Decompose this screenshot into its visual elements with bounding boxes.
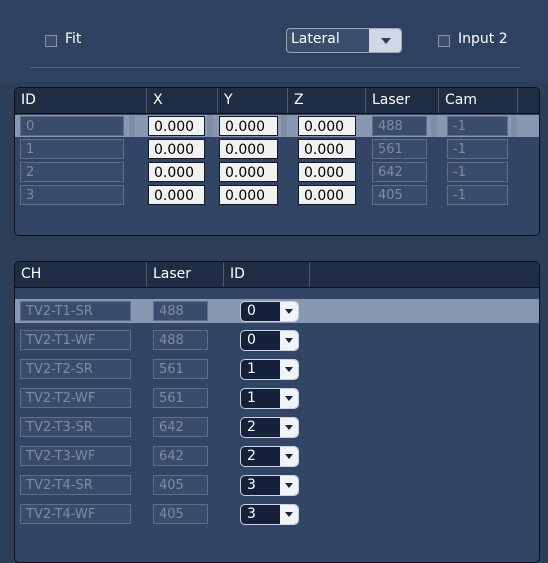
ch-cell: TV2-T1-WF <box>20 330 131 350</box>
id-dropdown-value: 0 <box>247 332 256 348</box>
id-dropdown[interactable]: 0 <box>240 330 299 351</box>
column-header-laser[interactable]: Laser <box>366 88 439 113</box>
laser-cell: 488 <box>153 330 208 350</box>
column-resize-handle[interactable] <box>129 115 135 137</box>
laser-cell: 488 <box>153 301 208 321</box>
fit-label: Fit <box>65 31 82 47</box>
id-dropdown-value: 1 <box>247 361 256 377</box>
fit-checkbox[interactable] <box>45 35 57 47</box>
chevron-down-icon <box>369 29 401 52</box>
x-input[interactable]: 0.000 <box>148 162 205 182</box>
id-dropdown-value: 3 <box>247 506 256 522</box>
laser-cell: 405 <box>372 185 427 205</box>
chevron-down-icon <box>280 389 298 408</box>
laser-cell: 561 <box>372 139 427 159</box>
laser-cell: 488 <box>372 116 427 136</box>
z-input[interactable]: 0.000 <box>298 116 356 136</box>
laser-cell: 405 <box>153 475 208 495</box>
id-cell: 0 <box>20 116 124 136</box>
cam-cell: -1 <box>447 185 508 205</box>
input2-label: Input 2 <box>458 31 508 47</box>
id-cell: 2 <box>20 162 124 182</box>
chevron-down-icon <box>280 302 298 321</box>
column-resize-handle[interactable] <box>431 115 437 137</box>
mode-dropdown[interactable]: Lateral <box>286 28 402 53</box>
id-dropdown[interactable]: 2 <box>240 446 299 467</box>
divider <box>30 67 520 68</box>
laser-cell: 405 <box>153 504 208 524</box>
chevron-down-icon <box>280 418 298 437</box>
z-input[interactable]: 0.000 <box>298 139 356 159</box>
cam-cell: -1 <box>447 116 508 136</box>
y-input[interactable]: 0.000 <box>219 139 278 159</box>
position-table-header: ID X Y Z Laser Cam <box>15 88 539 114</box>
options-bar: Fit Lateral Input 2 <box>0 0 548 82</box>
y-input[interactable]: 0.000 <box>219 116 278 136</box>
ch-cell: TV2-T2-SR <box>20 359 131 379</box>
id-cell: 3 <box>20 185 124 205</box>
id-dropdown-value: 0 <box>247 303 256 319</box>
column-header-x[interactable]: X <box>147 88 218 113</box>
column-header-ch[interactable]: CH <box>15 262 147 287</box>
laser-cell: 561 <box>153 388 208 408</box>
z-input[interactable]: 0.000 <box>298 162 356 182</box>
input2-checkbox[interactable] <box>438 35 450 47</box>
id-dropdown-value: 2 <box>247 448 256 464</box>
ch-cell: TV2-T3-WF <box>20 446 131 466</box>
id-cell: 1 <box>20 139 124 159</box>
x-input[interactable]: 0.000 <box>148 116 205 136</box>
column-header-y[interactable]: Y <box>218 88 288 113</box>
x-input[interactable]: 0.000 <box>148 139 205 159</box>
laser-cell: 642 <box>153 417 208 437</box>
cam-cell: -1 <box>447 162 508 182</box>
column-resize-handle[interactable] <box>207 115 213 137</box>
id-dropdown[interactable]: 3 <box>240 504 299 525</box>
ch-cell: TV2-T3-SR <box>20 417 131 437</box>
x-input[interactable]: 0.000 <box>148 185 205 205</box>
laser-cell: 561 <box>153 359 208 379</box>
chevron-down-icon <box>280 331 298 350</box>
mode-dropdown-value: Lateral <box>291 31 340 47</box>
ch-cell: TV2-T1-SR <box>20 301 131 321</box>
ch-cell: TV2-T2-WF <box>20 388 131 408</box>
position-table: ID X Y Z Laser Cam 0 0.000 0.000 0.000 4… <box>14 87 540 236</box>
column-resize-handle[interactable] <box>281 115 287 137</box>
laser-cell: 642 <box>372 162 427 182</box>
id-dropdown-value: 3 <box>247 477 256 493</box>
id-dropdown-value: 2 <box>247 419 256 435</box>
column-header-id[interactable]: ID <box>15 88 147 113</box>
z-input[interactable]: 0.000 <box>298 185 356 205</box>
channel-table: CH Laser ID TV2-T1-SR 488 0 TV2-T1-WF 48… <box>14 261 540 563</box>
y-input[interactable]: 0.000 <box>219 185 278 205</box>
laser-cell: 642 <box>153 446 208 466</box>
column-header-id[interactable]: ID <box>224 262 310 287</box>
channel-table-header: CH Laser ID <box>15 262 539 288</box>
chevron-down-icon <box>280 447 298 466</box>
ch-cell: TV2-T4-WF <box>20 504 131 524</box>
id-dropdown[interactable]: 3 <box>240 475 299 496</box>
id-dropdown[interactable]: 1 <box>240 388 299 409</box>
id-dropdown[interactable]: 1 <box>240 359 299 380</box>
id-dropdown[interactable]: 2 <box>240 417 299 438</box>
column-header-laser[interactable]: Laser <box>147 262 224 287</box>
cam-cell: -1 <box>447 139 508 159</box>
column-header-z[interactable]: Z <box>288 88 366 113</box>
y-input[interactable]: 0.000 <box>219 162 278 182</box>
chevron-down-icon <box>280 505 298 524</box>
column-header-cam[interactable]: Cam <box>439 88 518 113</box>
ch-cell: TV2-T4-SR <box>20 475 131 495</box>
column-resize-handle[interactable] <box>511 115 517 137</box>
id-dropdown-value: 1 <box>247 390 256 406</box>
id-dropdown[interactable]: 0 <box>240 301 299 322</box>
chevron-down-icon <box>280 476 298 495</box>
chevron-down-icon <box>280 360 298 379</box>
